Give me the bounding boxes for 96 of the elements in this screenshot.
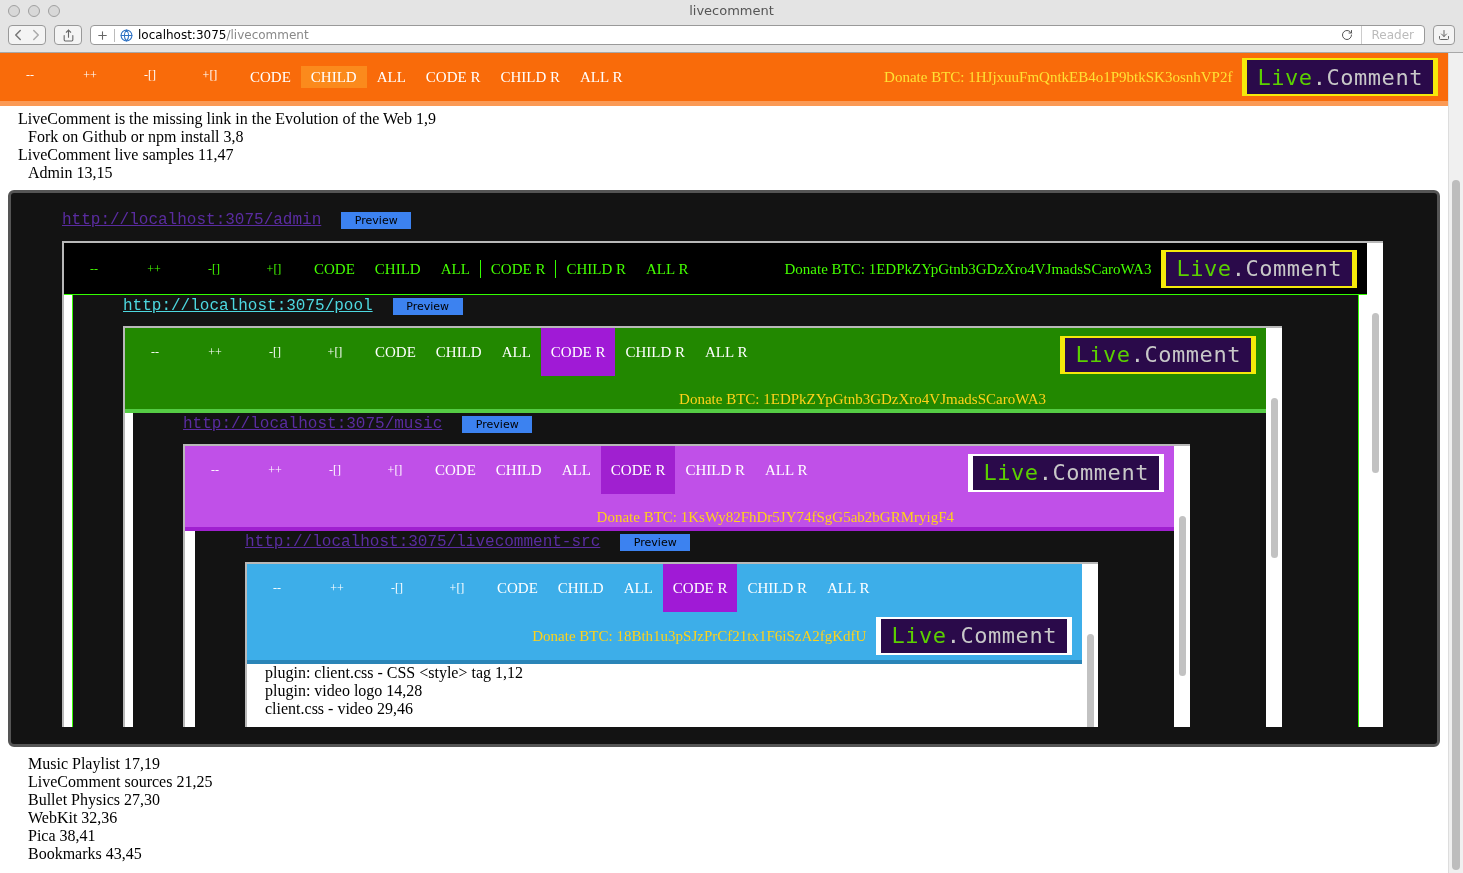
toolbar-button[interactable]: -[]: [305, 446, 365, 494]
toolbar-button[interactable]: CODE R: [600, 446, 676, 494]
add-icon: [96, 28, 109, 42]
toolbar-button[interactable]: ALL: [551, 446, 601, 494]
toolbar-button[interactable]: ALL: [491, 328, 541, 376]
toolbar-button[interactable]: CODE R: [662, 564, 738, 612]
outline-item: LiveComment is the missing link in the Evolution of the Web 1,9: [18, 110, 437, 128]
window-title: livecomment: [689, 2, 774, 21]
outline-item: Bullet Physics 27,30: [28, 791, 161, 809]
toolbar-button[interactable]: -[]: [184, 259, 244, 278]
window-control-icon[interactable]: [48, 5, 60, 17]
url-link[interactable]: http://localhost:3075/pool: [123, 297, 373, 315]
preview-button[interactable]: Preview: [392, 297, 463, 315]
toolbar-button[interactable]: -[]: [245, 328, 305, 376]
outline-item: LiveComment live samples 11,47: [18, 146, 235, 164]
url-link[interactable]: http://localhost:3075/livecomment-src: [245, 533, 601, 551]
toolbar-button[interactable]: +[]: [305, 328, 365, 376]
reload-icon: [1340, 29, 1353, 41]
outline-item: LiveComment sources 21,25: [28, 773, 214, 791]
download-button[interactable]: [1433, 25, 1455, 45]
toolbar-button[interactable]: CHILD R: [615, 328, 696, 376]
window-control-icon[interactable]: [8, 5, 20, 17]
toolbar-button[interactable]: CODE R: [479, 259, 557, 278]
address-bar[interactable]: localhost:3075/livecomment Reader: [90, 25, 1425, 45]
toolbar-button[interactable]: CHILD: [300, 65, 367, 89]
share-icon: [61, 28, 75, 42]
outline-item: WebKit 32,36: [28, 809, 119, 827]
toolbar-button[interactable]: CODE: [365, 328, 426, 376]
toolbar-button[interactable]: ALL R: [695, 328, 758, 376]
toolbar-button[interactable]: CODE R: [540, 328, 616, 376]
outline-item: Bookmarks 43,45: [28, 845, 143, 863]
toolbar-button[interactable]: ++: [124, 259, 184, 278]
toolbar-button[interactable]: ++: [60, 65, 120, 84]
toolbar-button[interactable]: ALL R: [755, 446, 818, 494]
outline-item: Fork on Github or npm install 3,8: [28, 128, 245, 146]
toolbar-button[interactable]: +[]: [244, 259, 304, 278]
window-control-icon[interactable]: [28, 5, 40, 17]
toolbar-button[interactable]: CHILD: [364, 259, 431, 278]
toolbar-button[interactable]: --: [247, 564, 307, 612]
toolbar-button[interactable]: --: [185, 446, 245, 494]
toolbar-button[interactable]: ALL R: [817, 564, 880, 612]
donate-text: Donate BTC: 1KsWy82FhDr5JY74fSgG5ab2bGRMryigF4: [596, 508, 954, 526]
toolbar-button[interactable]: --: [0, 65, 60, 84]
outline-item: plugin: client.css - CSS <style> tag 1,12: [265, 664, 525, 682]
toolbar-button[interactable]: CODE: [304, 259, 365, 278]
toolbar-button[interactable]: ALL: [613, 564, 663, 612]
toolbar-button[interactable]: -[]: [367, 564, 427, 612]
back-forward-control[interactable]: [8, 25, 46, 45]
preview-button[interactable]: Preview: [462, 415, 533, 433]
reader-button[interactable]: Reader: [1360, 26, 1424, 44]
live-comment-logo: Live.Comment: [968, 454, 1164, 492]
toolbar-button[interactable]: -[]: [120, 65, 180, 84]
toolbar-button[interactable]: CHILD R: [737, 564, 818, 612]
toolbar-button[interactable]: CHILD: [485, 446, 552, 494]
toolbar-button[interactable]: --: [125, 328, 185, 376]
outline-item: client.css - video 29,46: [265, 700, 414, 718]
toolbar-button[interactable]: ALL: [366, 65, 416, 89]
toolbar-button[interactable]: +[]: [180, 65, 240, 84]
donate-text: Donate BTC: 1EDPkZYpGtnb3GDzXro4VJmadsSCaroWA3: [784, 259, 1152, 278]
url-link[interactable]: http://localhost:3075/music: [183, 415, 443, 433]
live-comment-logo: Live.Comment: [1242, 58, 1438, 96]
toolbar-button[interactable]: ALL: [430, 259, 480, 278]
toolbar-button[interactable]: CHILD R: [556, 259, 637, 278]
share-button[interactable]: [54, 25, 82, 45]
toolbar-button[interactable]: CODE: [425, 446, 486, 494]
toolbar-button[interactable]: CODE: [240, 65, 301, 89]
toolbar-button[interactable]: ++: [245, 446, 305, 494]
outline-item: Music Playlist 17,19: [28, 755, 161, 773]
outline-item: Admin 13,15: [28, 164, 114, 182]
live-comment-logo: Live.Comment: [876, 617, 1072, 655]
outline-item: Pica 38,41: [28, 827, 97, 845]
toolbar-button[interactable]: ++: [307, 564, 367, 612]
download-icon: [1438, 29, 1450, 41]
toolbar-button[interactable]: CHILD R: [490, 65, 571, 89]
toolbar-button[interactable]: +[]: [427, 564, 487, 612]
address-text: localhost:3075/livecomment: [138, 27, 309, 44]
live-comment-logo: Live.Comment: [1161, 249, 1357, 288]
preview-button[interactable]: Preview: [341, 211, 412, 229]
preview-button[interactable]: Preview: [620, 533, 691, 551]
live-comment-logo: Live.Comment: [1060, 336, 1256, 374]
toolbar-button[interactable]: ALL R: [636, 259, 699, 278]
toolbar-button[interactable]: ALL R: [570, 65, 633, 89]
toolbar-button[interactable]: ++: [185, 328, 245, 376]
toolbar-button[interactable]: --: [64, 259, 124, 278]
donate-text: Donate BTC: 1HJjxuuFmQntkEB4o1P9btkSK3osnhVP2f: [884, 67, 1233, 87]
toolbar-button[interactable]: CHILD: [425, 328, 492, 376]
globe-icon: [120, 28, 133, 42]
toolbar-button[interactable]: CODE: [487, 564, 548, 612]
toolbar-button[interactable]: +[]: [365, 446, 425, 494]
url-link[interactable]: http://localhost:3075/admin: [62, 211, 322, 229]
toolbar-button[interactable]: CHILD: [547, 564, 614, 612]
donate-text: Donate BTC: 1EDPkZYpGtnb3GDzXro4VJmadsSCaroWA3: [679, 390, 1046, 408]
toolbar-button[interactable]: CODE R: [415, 65, 491, 89]
outline-item: plugin: video logo 14,28: [265, 682, 424, 700]
toolbar-button[interactable]: CHILD R: [675, 446, 756, 494]
donate-text: Donate BTC: 18Bth1u3pSJzPrCf21tx1F6iSzA2fgKdfU: [532, 627, 867, 645]
